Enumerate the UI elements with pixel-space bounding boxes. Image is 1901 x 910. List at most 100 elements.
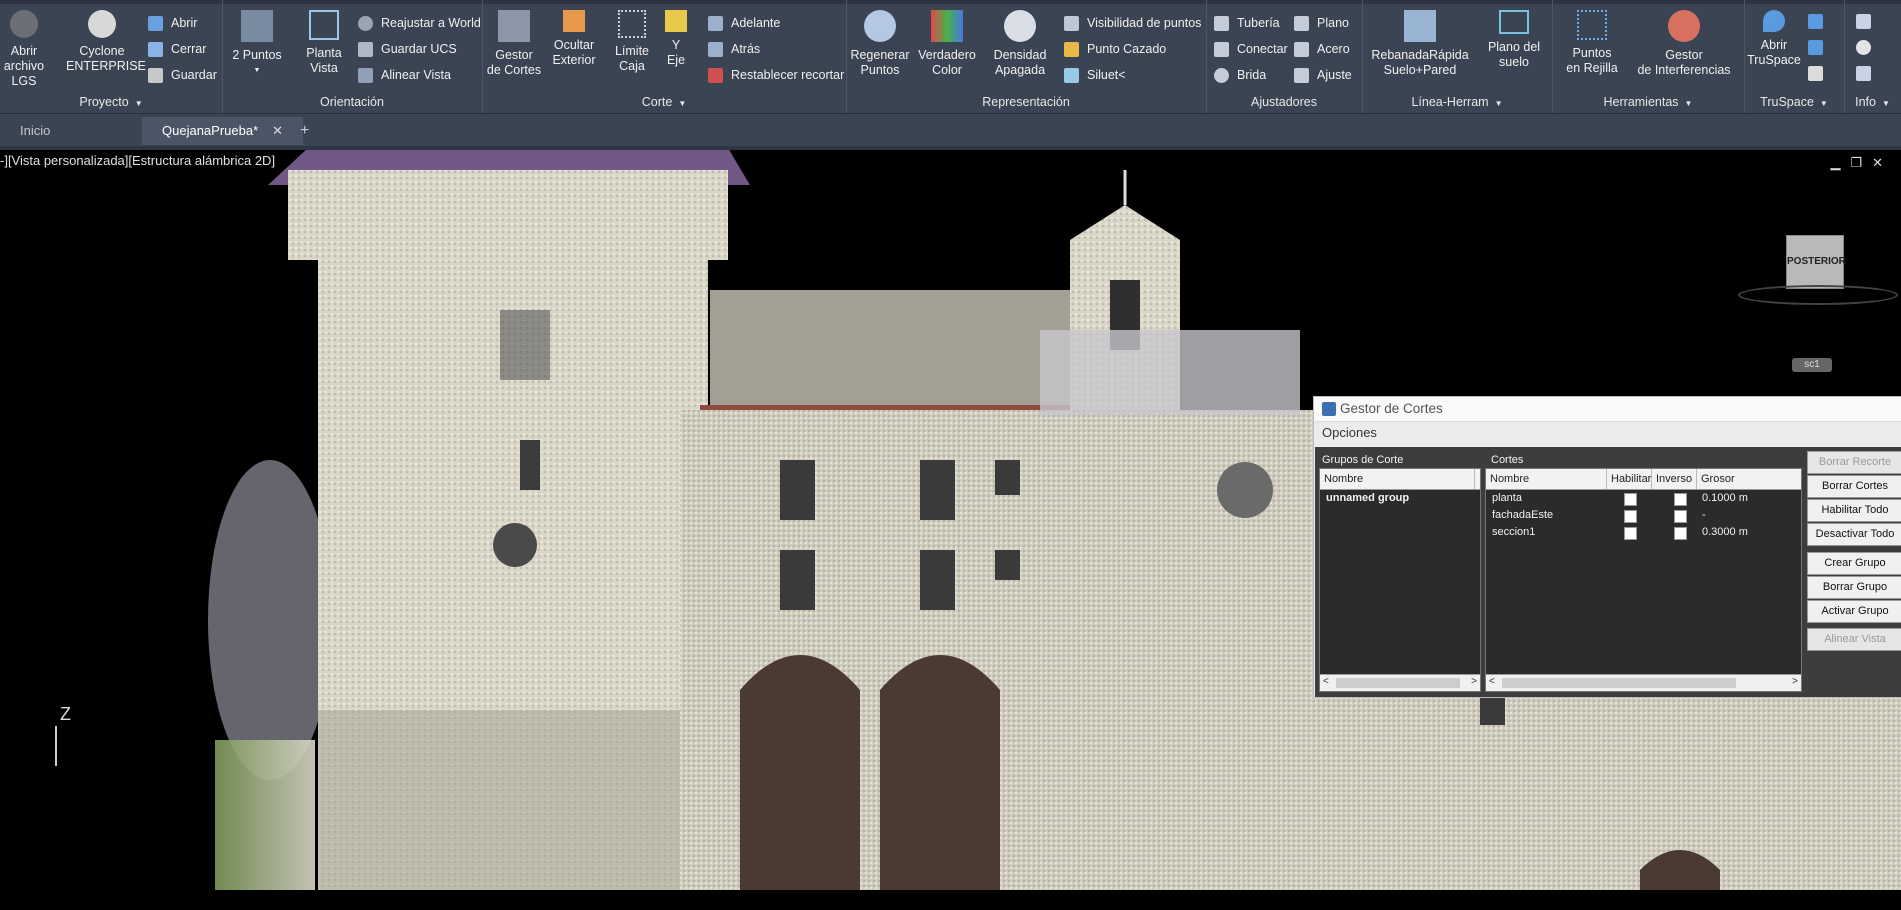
inverso-checkbox[interactable] [1674, 527, 1687, 540]
list-item[interactable]: unnamed group [1320, 490, 1480, 507]
conectar-button[interactable]: Conectar [1214, 40, 1288, 58]
scroll-left-icon[interactable]: < [1489, 676, 1495, 687]
verdadero-color-button[interactable]: Verdadero Color [916, 10, 978, 78]
cortes-col-nombre[interactable]: Nombre [1486, 469, 1607, 489]
info-tool-2[interactable] [1856, 38, 1879, 56]
navcube[interactable]: POSTERIOR [1786, 235, 1846, 289]
grupos-list[interactable]: Nombre unnamed group < > [1319, 468, 1481, 692]
gestor-cortes-button[interactable]: Gestor de Cortes [486, 10, 542, 78]
corte-grosor: 0.1000 m [1702, 492, 1748, 504]
cortes-hscrollbar[interactable]: < > [1486, 674, 1801, 691]
crear-grupo-button[interactable]: Crear Grupo [1807, 552, 1901, 575]
tuberia-button[interactable]: Tubería [1214, 14, 1280, 32]
reajustar-world-button[interactable]: Reajustar a World [358, 14, 481, 32]
chevron-down-icon: ▼ [1684, 99, 1693, 108]
panel-info: Info ▼ [1844, 0, 1901, 113]
alinear-vista-button[interactable]: Alinear Vista [358, 66, 451, 84]
panel-title-corte[interactable]: Corte ▼ [482, 93, 846, 111]
ajuste-button[interactable]: Ajuste [1294, 66, 1352, 84]
scroll-right-icon[interactable]: > [1792, 676, 1798, 687]
dos-puntos-button[interactable]: 2 Puntos ▼ [232, 10, 282, 78]
atras-button[interactable]: Atrás [708, 40, 760, 58]
table-row[interactable]: planta 0.1000 m [1486, 490, 1801, 507]
guardar-button[interactable]: Guardar [148, 66, 217, 84]
inverso-checkbox[interactable] [1674, 493, 1687, 506]
panel-title-linea[interactable]: Línea-Herram ▼ [1362, 93, 1552, 111]
limite-caja-button[interactable]: Límite Caja [610, 10, 654, 74]
regenerar-puntos-button[interactable]: Regenerar Puntos [850, 10, 910, 78]
brida-button[interactable]: Brida [1214, 66, 1266, 84]
habilitar-checkbox[interactable] [1624, 493, 1637, 506]
info-tool-3[interactable] [1856, 64, 1879, 82]
habilitar-todo-button[interactable]: Habilitar Todo [1807, 499, 1901, 522]
abrir-truspace-button[interactable]: Abrir TruSpace [1746, 10, 1802, 68]
rebanada-label-2: Suelo+Pared [1383, 63, 1457, 77]
densidad-apagada-button[interactable]: Densidad Apagada [992, 10, 1048, 78]
table-row[interactable]: seccion1 0.3000 m [1486, 524, 1801, 541]
inverso-checkbox[interactable] [1674, 510, 1687, 523]
tab-quejana[interactable]: QuejanaPrueba* ✕ [142, 117, 304, 145]
cerrar-button[interactable]: Cerrar [148, 40, 206, 58]
gestor-title-bar[interactable]: Gestor de Cortes [1314, 397, 1901, 422]
y-eje-button[interactable]: Y Eje [662, 10, 690, 68]
habilitar-checkbox[interactable] [1624, 510, 1637, 523]
ocultar-exterior-button[interactable]: Ocultar Exterior [548, 10, 600, 68]
grupos-col-nombre[interactable]: Nombre [1320, 469, 1475, 489]
truspace-tool-1[interactable] [1808, 12, 1831, 30]
scroll-right-icon[interactable]: > [1471, 676, 1477, 687]
borrar-recorte-button[interactable]: Borrar Recorte [1807, 451, 1901, 474]
scroll-thumb[interactable] [1502, 678, 1736, 688]
rebanada-rapida-button[interactable]: RebanadaRápida Suelo+Pared [1370, 10, 1470, 78]
info-tool-1[interactable] [1856, 12, 1879, 30]
panel-title-info[interactable]: Info ▼ [1844, 93, 1901, 111]
abrir-label: Abrir [171, 16, 198, 30]
punto-cazado-button[interactable]: Punto Cazado [1064, 40, 1166, 58]
corte-grosor: 0.3000 m [1702, 526, 1748, 538]
visibilidad-button[interactable]: Visibilidad de puntos [1064, 14, 1201, 32]
ucs-z-axis-line [55, 726, 57, 766]
grupos-de-corte-label: Grupos de Corte [1322, 454, 1404, 466]
panel-title-truspace[interactable]: TruSpace ▼ [1744, 93, 1844, 111]
cortes-col-inverso[interactable]: Inverso [1652, 469, 1697, 489]
desactivar-todo-button[interactable]: Desactivar Todo [1807, 523, 1901, 546]
acero-button[interactable]: Acero [1294, 40, 1350, 58]
scroll-left-icon[interactable]: < [1323, 676, 1329, 687]
cortes-list[interactable]: Nombre Habilitar Inverso Grosor planta 0… [1485, 468, 1802, 692]
borrar-grupo-button[interactable]: Borrar Grupo [1807, 576, 1901, 599]
restablecer-button[interactable]: Restablecer recortar [708, 66, 844, 84]
panel-title-proyecto[interactable]: Proyecto ▼ [0, 93, 222, 111]
truspace-tool-2[interactable] [1808, 38, 1831, 56]
siluet-button[interactable]: Siluet< [1064, 66, 1126, 84]
alinear-vista-gestor-button[interactable]: Alinear Vista [1807, 628, 1901, 651]
corte-nombre: fachadaEste [1492, 509, 1554, 521]
opciones-menu[interactable]: Opciones [1314, 422, 1901, 444]
tab-inicio[interactable]: Inicio [0, 117, 70, 145]
ocultar-label-2: Exterior [552, 53, 596, 67]
new-tab-button[interactable]: + [280, 117, 329, 145]
ucs-menu[interactable]: sc1 [1792, 358, 1832, 372]
gestor-interferencias-button[interactable]: Gestor de Interferencias [1630, 10, 1738, 78]
cyclone-enterprise-button[interactable]: Cyclone ENTERPRISE [66, 10, 146, 74]
puntos-rejilla-button[interactable]: Puntos en Rejilla [1564, 10, 1620, 76]
guardar-ucs-button[interactable]: Guardar UCS [358, 40, 457, 58]
navcube-compass-ring[interactable] [1738, 285, 1898, 305]
abrir-button[interactable]: Abrir [148, 14, 197, 32]
habilitar-checkbox[interactable] [1624, 527, 1637, 540]
regenerar-label-1: Regenerar [850, 48, 910, 62]
planta-vista-button[interactable]: Planta Vista [300, 10, 348, 76]
plano-button[interactable]: Plano [1294, 14, 1349, 32]
plano-suelo-button[interactable]: Plano del suelo [1484, 10, 1544, 70]
truspace-tool-3[interactable] [1808, 64, 1831, 82]
panel-herramientas: Puntos en Rejilla Gestor de Interferenci… [1552, 0, 1745, 113]
scroll-thumb[interactable] [1336, 678, 1460, 688]
cortes-col-grosor[interactable]: Grosor [1697, 469, 1796, 489]
panel-title-herramientas[interactable]: Herramientas ▼ [1552, 93, 1744, 111]
grupos-hscrollbar[interactable]: < > [1320, 674, 1480, 691]
borrar-cortes-button[interactable]: Borrar Cortes [1807, 475, 1901, 498]
activar-grupo-button[interactable]: Activar Grupo [1807, 600, 1901, 623]
table-row[interactable]: fachadaEste - [1486, 507, 1801, 524]
abrir-lgs-button[interactable]: Abrir archivo LGS [0, 10, 48, 89]
adelante-button[interactable]: Adelante [708, 14, 780, 32]
chevron-down-icon: ▼ [1881, 99, 1890, 108]
cortes-col-habilitar[interactable]: Habilitar [1607, 469, 1652, 489]
